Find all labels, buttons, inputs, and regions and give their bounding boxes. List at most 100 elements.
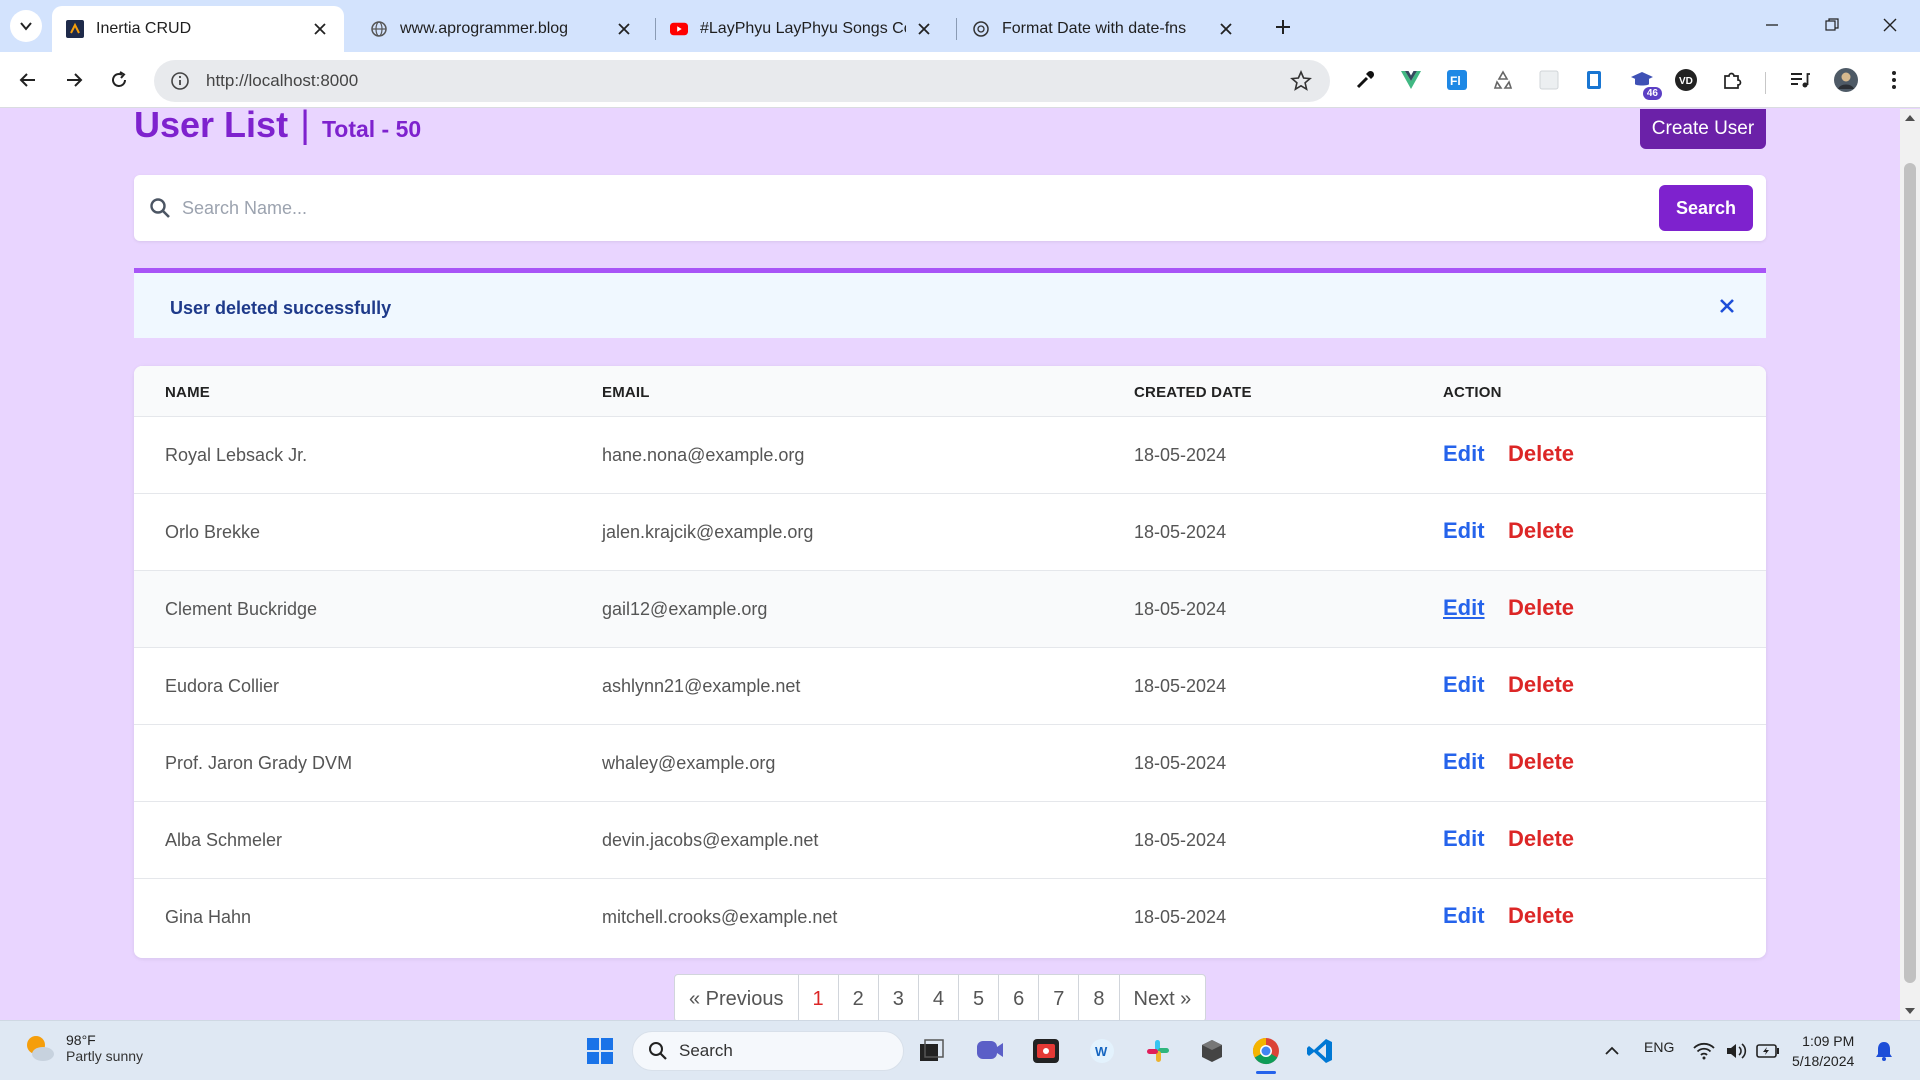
clipboard-extension-icon[interactable] (1580, 66, 1608, 94)
battery-icon[interactable] (1752, 1035, 1784, 1067)
bookmark-star-icon[interactable] (1288, 68, 1314, 94)
edit-link[interactable]: Edit (1443, 441, 1485, 467)
search-icon (647, 1040, 669, 1062)
delete-link[interactable]: Delete (1508, 826, 1574, 852)
page-button-6[interactable]: 6 (998, 975, 1038, 1020)
svg-text:W: W (1095, 1044, 1108, 1059)
restore-button[interactable] (1814, 10, 1850, 40)
extension-badge: 46 (1642, 87, 1662, 100)
search-name-input[interactable] (182, 188, 1282, 228)
chrome-app-icon[interactable] (1250, 1035, 1282, 1067)
browser-tab-inertia-crud[interactable]: Inertia CRUD (52, 6, 344, 52)
close-icon[interactable] (614, 19, 634, 39)
url-text[interactable]: http://localhost:8000 (206, 71, 1288, 91)
meet-app-icon[interactable] (974, 1035, 1006, 1067)
graduation-extension-icon[interactable]: 46 (1628, 66, 1662, 100)
scroll-up-arrow-icon[interactable] (1905, 115, 1915, 121)
new-tab-button[interactable] (1270, 14, 1296, 40)
page-button-2[interactable]: 2 (837, 975, 878, 1020)
address-bar[interactable]: http://localhost:8000 (154, 60, 1330, 102)
page-scrollbar[interactable] (1900, 109, 1920, 1020)
user-name: Royal Lebsack Jr. (165, 445, 308, 465)
close-window-button[interactable] (1872, 10, 1908, 40)
page-button-3[interactable]: 3 (877, 975, 918, 1020)
browser-tabstrip: Inertia CRUD www.aprogrammer.blog #LayPh… (0, 0, 1920, 52)
taskbar-search-label: Search (679, 1041, 733, 1060)
close-icon[interactable] (1716, 295, 1738, 317)
close-icon[interactable] (914, 19, 934, 39)
edit-link[interactable]: Edit (1443, 518, 1485, 544)
svg-text:VD: VD (1679, 76, 1693, 87)
search-icon (148, 196, 172, 220)
page-button-1[interactable]: 1 (797, 975, 838, 1020)
word-app-icon[interactable]: W (1086, 1035, 1118, 1067)
delete-link[interactable]: Delete (1508, 903, 1574, 929)
notification-bell-icon[interactable] (1868, 1035, 1900, 1067)
weather-widget[interactable]: 98°F Partly sunny (22, 1031, 143, 1065)
recycle-extension-icon[interactable] (1489, 66, 1517, 94)
puzzle-extensions-icon[interactable] (1718, 66, 1746, 94)
task-view-icon[interactable] (916, 1035, 948, 1067)
scroll-down-arrow-icon[interactable] (1905, 1008, 1915, 1014)
minimize-button[interactable] (1754, 10, 1790, 40)
create-user-button[interactable]: Create User (1640, 109, 1766, 149)
delete-link[interactable]: Delete (1508, 441, 1574, 467)
openai-icon (972, 20, 990, 38)
chevron-up-icon[interactable] (1596, 1035, 1628, 1067)
blank-extension-icon[interactable] (1535, 66, 1563, 94)
delete-link[interactable]: Delete (1508, 749, 1574, 775)
screen-recorder-icon[interactable] (1030, 1035, 1062, 1067)
weather-temperature: 98°F (66, 1032, 96, 1048)
user-email: gail12@example.org (602, 599, 768, 619)
delete-link[interactable]: Delete (1508, 672, 1574, 698)
vscode-app-icon[interactable] (1304, 1035, 1336, 1067)
input-language[interactable]: ENG (1644, 1039, 1674, 1055)
wifi-icon[interactable] (1688, 1035, 1720, 1067)
browser-tab-youtube[interactable]: #LayPhyu LayPhyu Songs Colle (656, 6, 948, 52)
page-button-5[interactable]: 5 (958, 975, 998, 1020)
font-extension-icon[interactable]: Fl (1443, 66, 1471, 94)
site-info-icon[interactable] (168, 69, 192, 93)
browser-tab-aprogrammer[interactable]: www.aprogrammer.blog (356, 6, 648, 52)
svg-text:Fl: Fl (1450, 74, 1461, 88)
profile-avatar[interactable] (1832, 66, 1860, 94)
edit-link[interactable]: Edit (1443, 595, 1485, 621)
browser-tab-date-fns[interactable]: Format Date with date-fns (958, 6, 1250, 52)
media-controls-icon[interactable] (1786, 66, 1814, 94)
page-button-4[interactable]: 4 (917, 975, 958, 1020)
table-row: Royal Lebsack Jr. hane.nona@example.org … (134, 416, 1766, 493)
slack-app-icon[interactable] (1142, 1035, 1174, 1067)
user-email: devin.jacobs@example.net (602, 830, 819, 850)
taskbar-search[interactable]: Search (632, 1031, 904, 1071)
next-page-button[interactable]: Next » (1118, 975, 1206, 1020)
more-menu-icon[interactable] (1880, 66, 1908, 94)
windows-start-icon[interactable] (584, 1035, 616, 1067)
scrollbar-thumb[interactable] (1904, 163, 1916, 983)
edit-link[interactable]: Edit (1443, 672, 1485, 698)
edit-link[interactable]: Edit (1443, 749, 1485, 775)
delete-link[interactable]: Delete (1508, 518, 1574, 544)
previous-page-button[interactable]: « Previous (675, 975, 798, 1020)
page-title: User List (134, 109, 289, 145)
vd-extension-icon[interactable]: VD (1672, 66, 1700, 94)
table-row: Gina Hahn mitchell.crooks@example.net 18… (134, 878, 1766, 955)
close-icon[interactable] (310, 19, 330, 39)
search-button[interactable]: Search (1659, 185, 1753, 231)
user-created-date: 18-05-2024 (1134, 907, 1227, 927)
page-button-8[interactable]: 8 (1078, 975, 1118, 1020)
back-button[interactable] (14, 66, 42, 94)
forward-button[interactable] (60, 66, 88, 94)
edit-link[interactable]: Edit (1443, 903, 1485, 929)
eyedropper-extension-icon[interactable] (1351, 66, 1379, 94)
delete-link[interactable]: Delete (1508, 595, 1574, 621)
total-count: Total - 50 (321, 116, 422, 142)
system-clock[interactable]: 1:09 PM 5/18/2024 (1792, 1031, 1854, 1071)
page-button-7[interactable]: 7 (1038, 975, 1078, 1020)
volume-icon[interactable] (1720, 1035, 1752, 1067)
vue-devtools-icon[interactable] (1397, 66, 1425, 94)
cube-app-icon[interactable] (1196, 1035, 1228, 1067)
reload-button[interactable] (105, 66, 133, 94)
tab-search-button[interactable] (10, 10, 42, 42)
close-icon[interactable] (1216, 19, 1236, 39)
edit-link[interactable]: Edit (1443, 826, 1485, 852)
